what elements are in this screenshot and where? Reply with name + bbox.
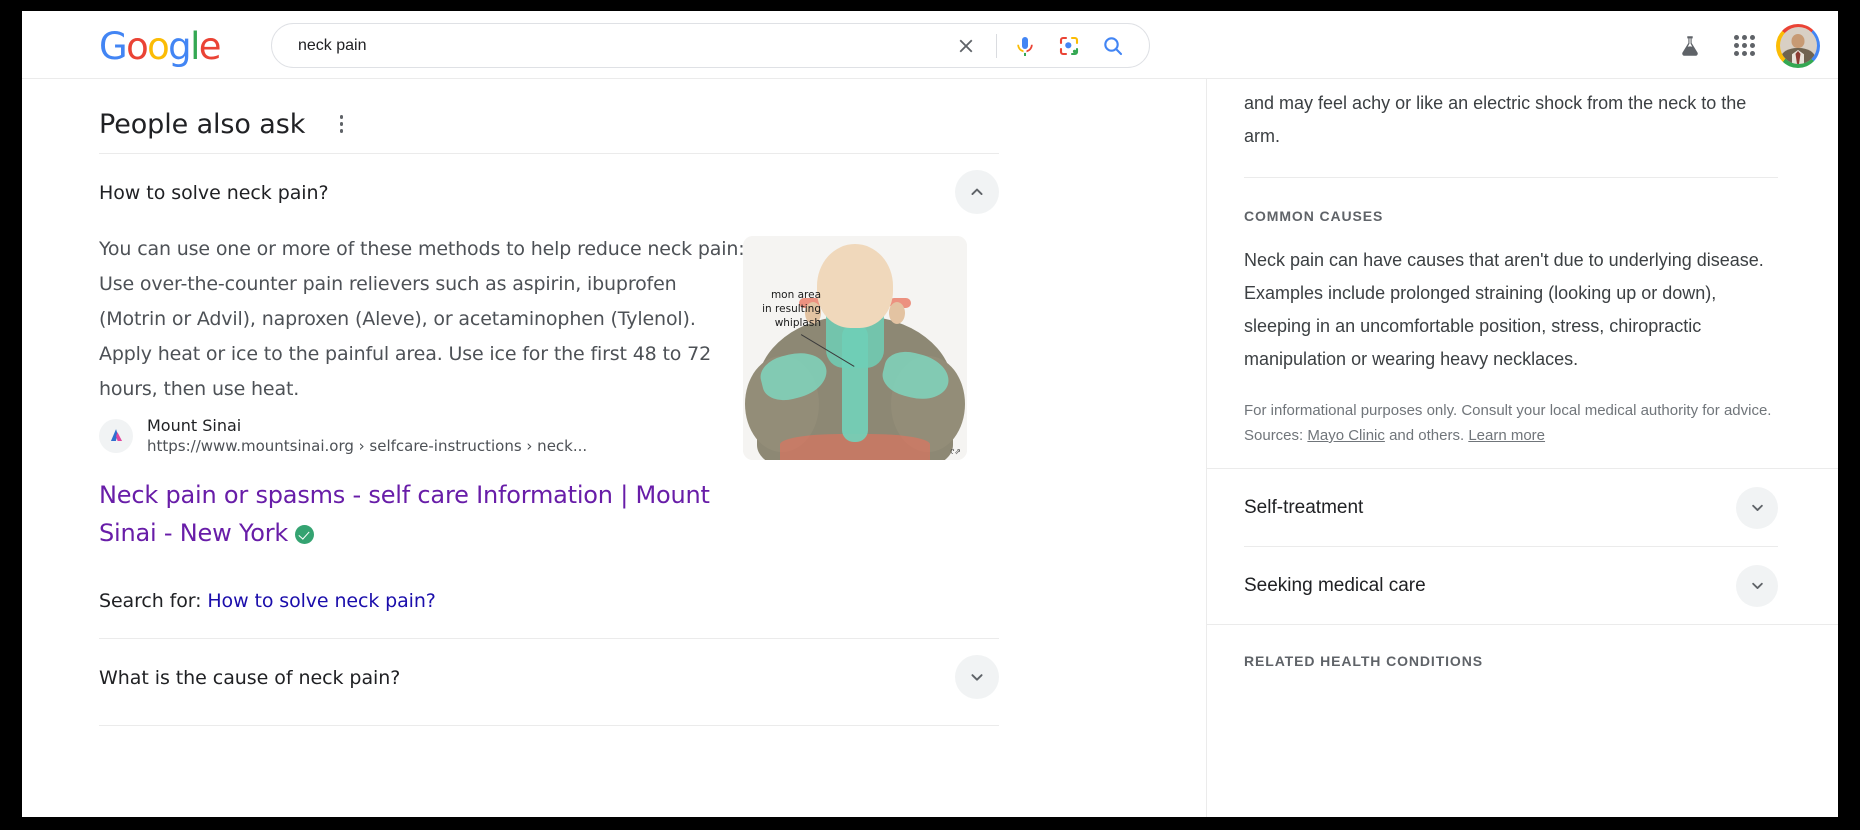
illustration-callout-text: mon area in resulting whiplash <box>743 288 821 330</box>
paa-question-label: How to solve neck pain? <box>99 180 329 206</box>
source-name: Mount Sinai <box>147 415 587 436</box>
accordion-label: Self-treatment <box>1244 497 1363 519</box>
paa-item-expanded: How to solve neck pain? You can use one … <box>99 154 999 638</box>
google-logo[interactable]: Google <box>99 28 220 65</box>
illustration-signature: ୯⇗ <box>950 447 961 457</box>
search-header: Google <box>22 11 1838 79</box>
accordion-self-treatment[interactable]: Self-treatment <box>1244 469 1778 546</box>
search-input[interactable] <box>272 25 944 67</box>
related-conditions-section: RELATED HEALTH CONDITIONS <box>1207 625 1838 669</box>
microphone-icon[interactable] <box>1003 24 1047 68</box>
common-causes-text: Neck pain can have causes that aren't du… <box>1244 244 1778 376</box>
logo-letter-l: l <box>190 25 199 68</box>
chevron-down-icon[interactable] <box>955 655 999 699</box>
result-title-text: Neck pain or spasms - self care Informat… <box>99 481 710 547</box>
mayo-clinic-link[interactable]: Mayo Clinic <box>1307 427 1385 444</box>
paa-item-collapsed: What is the cause of neck pain? <box>99 639 999 725</box>
common-causes-heading: COMMON CAUSES <box>1244 208 1778 224</box>
paa-question-label: What is the cause of neck pain? <box>99 665 400 691</box>
search-box[interactable] <box>271 23 1150 68</box>
user-avatar[interactable] <box>1776 24 1820 68</box>
labs-flask-icon[interactable] <box>1668 24 1712 68</box>
symptoms-continuation-text: and may feel achy or like an electric sh… <box>1244 79 1778 153</box>
google-apps-grid-icon[interactable] <box>1722 24 1766 68</box>
related-health-conditions-heading: RELATED HEALTH CONDITIONS <box>1244 625 1778 669</box>
browser-page: Google <box>22 11 1838 817</box>
result-title-link[interactable]: Neck pain or spasms - self care Informat… <box>99 476 749 552</box>
logo-letter-e: e <box>199 25 220 68</box>
divider <box>99 725 999 726</box>
search-icon[interactable] <box>1091 24 1135 68</box>
sources-prefix: Sources: <box>1244 427 1303 444</box>
mount-sinai-favicon-icon <box>99 419 133 453</box>
three-dot-menu-icon[interactable] <box>328 107 354 141</box>
paa-question-row[interactable]: What is the cause of neck pain? <box>99 639 999 725</box>
avatar-image <box>1780 27 1817 64</box>
disclaimer-text: For informational purposes only. Consult… <box>1244 402 1771 419</box>
neck-anatomy-illustration[interactable]: mon area in resulting whiplash ୯⇗ <box>743 236 967 460</box>
paa-question-row[interactable]: How to solve neck pain? <box>99 154 999 214</box>
people-also-ask-header: People also ask <box>99 79 999 153</box>
knowledge-panel-inner: and may feel achy or like an electric sh… <box>1207 79 1838 468</box>
header-actions <box>1668 23 1820 68</box>
knowledge-panel-accordions: Self-treatment Seeking medical care <box>1207 469 1838 624</box>
search-divider <box>996 34 997 58</box>
source-attribution[interactable]: Mount Sinai https://www.mountsinai.org ›… <box>99 415 749 456</box>
paa-answer-text: You can use one or more of these methods… <box>99 232 749 407</box>
logo-letter-o2: o <box>147 25 168 68</box>
search-for-link[interactable]: How to solve neck pain? <box>207 590 435 612</box>
sources-middle: and others. <box>1389 427 1464 444</box>
search-for-label: Search for: <box>99 590 201 612</box>
source-url: https://www.mountsinai.org › selfcare-in… <box>147 436 587 456</box>
divider <box>1244 177 1778 178</box>
people-also-ask-block: People also ask How to solve neck pain? <box>99 79 999 726</box>
chevron-up-icon[interactable] <box>955 170 999 214</box>
knowledge-panel: and may feel achy or like an electric sh… <box>1207 79 1838 817</box>
verified-check-icon <box>295 525 314 544</box>
chevron-down-icon[interactable] <box>1736 487 1778 529</box>
medical-disclaimer: For informational purposes only. Consult… <box>1244 398 1778 448</box>
accordion-seeking-medical-care[interactable]: Seeking medical care <box>1244 547 1778 624</box>
chevron-down-icon[interactable] <box>1736 565 1778 607</box>
learn-more-link[interactable]: Learn more <box>1468 427 1545 444</box>
page-title: People also ask <box>99 109 305 140</box>
logo-letter-G: G <box>99 25 126 68</box>
accordion-label: Seeking medical care <box>1244 575 1426 597</box>
logo-letter-o1: o <box>126 25 147 68</box>
google-lens-icon[interactable] <box>1047 24 1091 68</box>
screenshot-frame: Google <box>0 0 1860 830</box>
close-icon[interactable] <box>944 24 988 68</box>
logo-letter-g: g <box>168 25 190 68</box>
results-content: People also ask How to solve neck pain? <box>22 79 1838 817</box>
search-for-row: Search for: How to solve neck pain? <box>99 590 749 638</box>
paa-answer-body: You can use one or more of these methods… <box>99 214 999 638</box>
